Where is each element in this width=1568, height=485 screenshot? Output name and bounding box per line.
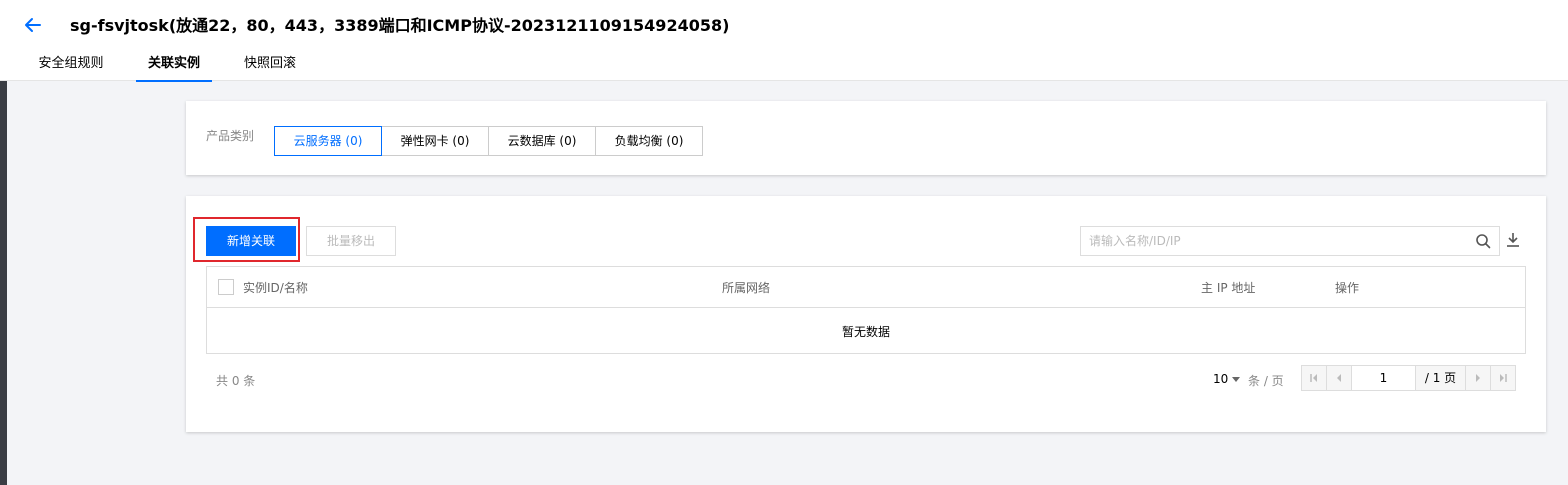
search-box [1080, 226, 1500, 256]
page-title: sg-fsvjtosk(放通22，80，443，3389端口和ICMP协议-20… [70, 16, 730, 35]
tab-snapshot-rollback[interactable]: 快照回滚 [242, 52, 298, 80]
add-association-button[interactable]: 新增关联 [206, 226, 296, 256]
instances-panel: 新增关联 批量移出 实例ID/名称 所属网络 主 IP 地址 操作 暂无数据 共… [186, 196, 1546, 432]
filter-option-database[interactable]: 云数据库 (0) [488, 126, 596, 156]
first-page-icon [1310, 374, 1317, 382]
filter-option-cvm[interactable]: 云服务器 (0) [274, 126, 382, 156]
search-input[interactable] [1089, 227, 1469, 255]
product-filter-panel: 产品类别 云服务器 (0) 弹性网卡 (0) 云数据库 (0) 负载均衡 (0) [186, 101, 1546, 175]
last-page-button[interactable] [1491, 366, 1516, 390]
current-page-input[interactable]: 1 [1352, 366, 1416, 390]
tab-associated-instances[interactable]: 关联实例 [136, 52, 212, 82]
back-arrow-icon[interactable] [22, 14, 44, 36]
column-instance-id-name: 实例ID/名称 [243, 281, 308, 295]
page-size-select[interactable]: 10 [1213, 372, 1241, 386]
prev-page-button[interactable] [1327, 366, 1352, 390]
product-category-label: 产品类别 [206, 129, 255, 143]
left-edge-strip [0, 80, 7, 485]
select-all-checkbox[interactable] [218, 279, 234, 295]
instances-table: 实例ID/名称 所属网络 主 IP 地址 操作 暂无数据 [206, 266, 1526, 354]
filter-option-load-balancer[interactable]: 负载均衡 (0) [595, 126, 703, 156]
total-pages-label: / 1 页 [1416, 366, 1466, 390]
page-header: sg-fsvjtosk(放通22，80，443，3389端口和ICMP协议-20… [0, 0, 1568, 82]
table-header: 实例ID/名称 所属网络 主 IP 地址 操作 [207, 267, 1525, 308]
column-network: 所属网络 [722, 281, 771, 295]
next-page-icon [1476, 374, 1480, 382]
empty-state-text: 暂无数据 [841, 325, 890, 339]
per-page-label: 条 / 页 [1248, 374, 1284, 388]
column-actions: 操作 [1335, 281, 1360, 295]
filter-option-eni[interactable]: 弹性网卡 (0) [381, 126, 489, 156]
search-icon[interactable] [1475, 233, 1491, 249]
column-primary-ip: 主 IP 地址 [1201, 281, 1256, 295]
next-page-button[interactable] [1466, 366, 1491, 390]
first-page-button[interactable] [1302, 366, 1327, 390]
download-icon[interactable] [1506, 232, 1520, 248]
caret-down-icon [1232, 377, 1241, 382]
pager: 1 / 1 页 [1301, 365, 1516, 391]
batch-remove-button[interactable]: 批量移出 [306, 226, 396, 256]
last-page-icon [1500, 374, 1507, 382]
total-count: 共 0 条 [216, 374, 256, 388]
page-size-value: 10 [1213, 372, 1229, 386]
prev-page-icon [1337, 374, 1341, 382]
tab-security-rules[interactable]: 安全组规则 [36, 52, 106, 80]
